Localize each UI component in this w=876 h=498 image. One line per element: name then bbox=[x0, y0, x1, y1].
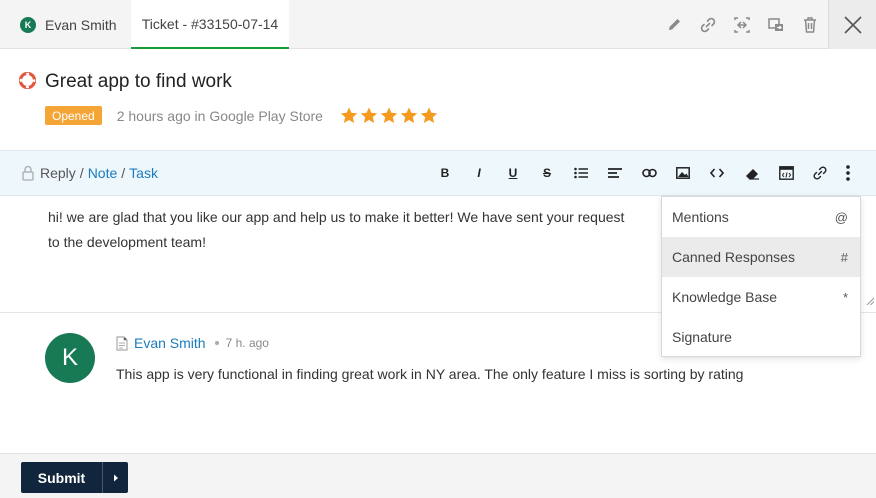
star-icon bbox=[360, 107, 378, 123]
insert-link-icon[interactable] bbox=[639, 151, 659, 195]
reply-mode-switch: Reply / Note / Task bbox=[21, 151, 158, 195]
insert-menu: Mentions @ Canned Responses # Knowledge … bbox=[661, 196, 861, 357]
move-icon[interactable] bbox=[759, 0, 793, 49]
rating-stars bbox=[340, 107, 438, 124]
menu-item-label: Canned Responses bbox=[672, 249, 795, 265]
html-source-icon[interactable] bbox=[776, 151, 796, 195]
mode-task[interactable]: Task bbox=[129, 165, 158, 181]
footer: Submit bbox=[0, 453, 876, 498]
mode-separator: / bbox=[121, 165, 126, 181]
close-icon[interactable] bbox=[828, 0, 876, 49]
menu-item-label: Knowledge Base bbox=[672, 289, 778, 305]
menu-item-shortcut: # bbox=[840, 249, 848, 265]
menu-item-shortcut: @ bbox=[834, 209, 848, 225]
submit-button[interactable]: Submit bbox=[21, 462, 103, 493]
lifebuoy-icon bbox=[18, 71, 37, 94]
star-icon bbox=[340, 107, 358, 123]
reply-toolbar: Reply / Note / Task B I U S bbox=[0, 150, 876, 196]
status-badge: Opened bbox=[45, 106, 102, 125]
separator-dot bbox=[214, 341, 219, 345]
document-icon bbox=[116, 335, 128, 351]
tab-contact[interactable]: K Evan Smith bbox=[20, 0, 117, 49]
merge-icon[interactable] bbox=[725, 0, 759, 49]
ticket-app: K Evan Smith Ticket - #33150-07-14 Great… bbox=[0, 0, 876, 498]
underline-button[interactable]: U bbox=[503, 151, 523, 195]
align-left-icon[interactable] bbox=[605, 151, 625, 195]
image-icon[interactable] bbox=[673, 151, 693, 195]
star-icon bbox=[400, 107, 418, 123]
mode-note[interactable]: Note bbox=[88, 165, 118, 181]
message-body: This app is very functional in finding g… bbox=[116, 366, 744, 382]
pencil-icon[interactable] bbox=[657, 0, 691, 49]
italic-button[interactable]: I bbox=[469, 151, 489, 195]
code-icon[interactable] bbox=[707, 151, 727, 195]
resize-grip-icon[interactable] bbox=[866, 292, 875, 310]
strikethrough-button[interactable]: S bbox=[537, 151, 557, 195]
star-icon bbox=[380, 107, 398, 123]
menu-item-label: Signature bbox=[672, 329, 732, 345]
eraser-icon[interactable] bbox=[742, 151, 762, 195]
ticket-title: Great app to find work bbox=[45, 71, 232, 92]
link-icon[interactable] bbox=[691, 0, 725, 49]
message-header: Evan Smith 7 h. ago bbox=[116, 335, 269, 351]
menu-item-signature[interactable]: Signature bbox=[662, 317, 860, 357]
star-icon bbox=[420, 107, 438, 123]
menu-item-label: Mentions bbox=[672, 209, 729, 225]
menu-item-knowledge-base[interactable]: Knowledge Base * bbox=[662, 277, 860, 317]
reply-editor-text[interactable]: hi! we are glad that you like our app an… bbox=[48, 205, 638, 254]
ticket-meta: Opened 2 hours ago in Google Play Store bbox=[45, 106, 438, 125]
message-author[interactable]: Evan Smith bbox=[134, 335, 206, 351]
contact-avatar: K bbox=[20, 16, 36, 33]
menu-item-canned-responses[interactable]: Canned Responses # bbox=[662, 237, 860, 277]
menu-item-mentions[interactable]: Mentions @ bbox=[662, 197, 860, 237]
tab-bar: K Evan Smith Ticket - #33150-07-14 bbox=[0, 0, 876, 49]
ticket-actions bbox=[657, 0, 827, 49]
attach-icon[interactable] bbox=[810, 151, 830, 195]
contact-tab-label: Evan Smith bbox=[45, 16, 117, 33]
mode-reply[interactable]: Reply bbox=[40, 165, 76, 181]
submit-group: Submit bbox=[21, 462, 128, 493]
avatar: K bbox=[45, 333, 95, 383]
more-vertical-icon[interactable] bbox=[838, 151, 858, 195]
message-time: 7 h. ago bbox=[225, 336, 269, 350]
ticket-meta-text: 2 hours ago in Google Play Store bbox=[116, 107, 323, 124]
tab-ticket[interactable]: Ticket - #33150-07-14 bbox=[131, 0, 289, 49]
menu-item-shortcut: * bbox=[842, 289, 848, 305]
trash-icon[interactable] bbox=[793, 0, 827, 49]
mode-separator: / bbox=[79, 165, 84, 181]
bold-button[interactable]: B bbox=[435, 151, 455, 195]
bullet-list-icon[interactable] bbox=[571, 151, 591, 195]
lock-icon bbox=[21, 165, 35, 181]
submit-options-caret-icon[interactable] bbox=[103, 462, 128, 493]
ticket-tab-label: Ticket - #33150-07-14 bbox=[141, 15, 279, 32]
